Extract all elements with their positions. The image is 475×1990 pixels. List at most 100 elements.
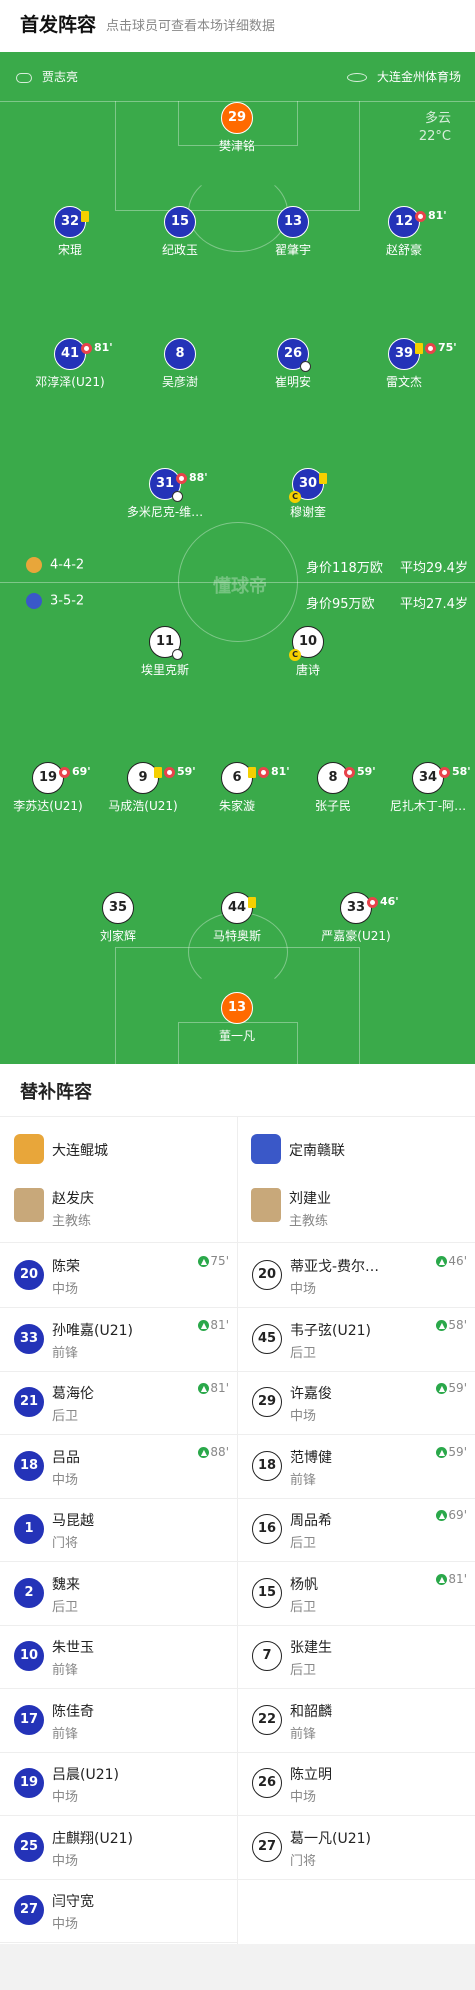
bench-player-position: 中场 bbox=[290, 1409, 317, 1424]
bench-title: 替补阵容 bbox=[20, 1082, 92, 1103]
player-name: 穆谢奎 bbox=[289, 505, 326, 519]
away-formation-row: 3-5-2 bbox=[26, 593, 84, 609]
away-bench-row[interactable]: 22 和韶麟 前锋 bbox=[238, 1689, 475, 1752]
away-player[interactable]: 13 董一凡 bbox=[182, 992, 292, 1044]
sub-in-minute: 59' bbox=[448, 1381, 467, 1395]
bench-player-number: 22 bbox=[252, 1704, 282, 1735]
home-bench-row[interactable]: 33 孙唯嘉(U21) 前锋 ▲ 81' bbox=[0, 1308, 237, 1371]
yellow-card-icon bbox=[248, 766, 256, 778]
player-name: 埃里克斯 bbox=[140, 663, 189, 677]
home-bench-row[interactable]: 20 陈荣 中场 ▲ 75' bbox=[0, 1244, 237, 1307]
away-bench-row[interactable]: 18 范博健 前锋 ▲ 59' bbox=[238, 1435, 475, 1498]
bench-player-name: 陈佳奇 bbox=[52, 1703, 94, 1720]
coach-divider bbox=[0, 1242, 475, 1243]
player-number: 15 bbox=[164, 206, 196, 238]
bench-player-number: 1 bbox=[14, 1514, 44, 1544]
home-bench-row[interactable]: 27 闫守宽 中场 bbox=[0, 1879, 237, 1942]
home-player[interactable]: 31 88' 多米尼克-维… bbox=[110, 468, 220, 520]
sub-in-minute: 59' bbox=[448, 1444, 467, 1459]
home-bench-row[interactable]: 10 朱世玉 前锋 bbox=[0, 1625, 237, 1688]
sub-in-arrow-icon: ▲ bbox=[436, 1383, 448, 1394]
lineup-subtitle: 点击球员可查看本场详细数据 bbox=[106, 19, 276, 34]
bench-player-name: 葛一凡(U21) bbox=[290, 1830, 371, 1847]
player-events: 69' bbox=[59, 757, 91, 787]
player-name: 张子民 bbox=[314, 799, 351, 813]
player-number: 10 C bbox=[289, 626, 324, 661]
home-player[interactable]: 39 75' 雷文杰 bbox=[349, 338, 459, 390]
away-formation: 3-5-2 bbox=[50, 593, 85, 609]
away-bench-row[interactable]: 26 陈立明 中场 bbox=[238, 1752, 475, 1815]
home-team-name: 大连鲲城 bbox=[52, 1143, 108, 1159]
home-bench-row[interactable]: 18 吕品 中场 ▲ 88' bbox=[0, 1435, 237, 1498]
bench-player-name: 吕晨(U21) bbox=[52, 1767, 119, 1783]
away-bench-row[interactable]: 29 许嘉俊 中场 ▲ 59' bbox=[238, 1371, 475, 1434]
bench-player-position: 前锋 bbox=[52, 1345, 79, 1361]
player-events: 75' bbox=[415, 333, 457, 363]
goal-ball-icon bbox=[172, 649, 183, 660]
bench-player-name: 蒂亚戈-费尔… bbox=[290, 1259, 380, 1275]
home-player[interactable]: 13 翟肇宇 bbox=[238, 206, 348, 258]
home-bench-row[interactable]: 25 庄麒翔(U21) 中场 bbox=[0, 1816, 237, 1879]
player-number: 41 81' bbox=[54, 338, 113, 370]
player-number: 35 bbox=[102, 892, 134, 924]
row-divider bbox=[238, 1878, 475, 1880]
home-team-logo-icon bbox=[14, 1134, 44, 1164]
bench-player-number: 7 bbox=[252, 1641, 282, 1671]
home-player[interactable]: 12 81' 赵舒豪 bbox=[349, 206, 459, 258]
away-player[interactable]: 11 埃里克斯 bbox=[110, 626, 220, 678]
player-number: 9 59' bbox=[127, 762, 196, 794]
away-bench-row[interactable]: 7 张建生 后卫 bbox=[238, 1625, 475, 1688]
sub-in-arrow-icon: ▲ bbox=[436, 1510, 448, 1521]
player-events bbox=[81, 201, 91, 231]
player-name: 刘家辉 bbox=[99, 929, 136, 943]
substitution-out-icon bbox=[164, 766, 175, 778]
home-bench-row[interactable]: 19 吕晨(U21) 中场 bbox=[0, 1752, 237, 1815]
stadium-icon bbox=[346, 73, 367, 82]
bench-player-position: 后卫 bbox=[290, 1345, 317, 1361]
player-number: 19 69' bbox=[32, 762, 91, 794]
away-bench-row[interactable]: 27 葛一凡(U21) 门将 bbox=[238, 1816, 475, 1879]
substitution-time: 81' bbox=[428, 209, 447, 222]
substitution-out-icon bbox=[439, 766, 450, 778]
substitution-out-icon bbox=[81, 342, 92, 354]
home-bench-row[interactable]: 1 马昆越 门将 bbox=[0, 1498, 237, 1561]
away-bench-row[interactable]: 20 蒂亚戈-费尔… 中场 ▲ 46' bbox=[238, 1244, 475, 1307]
away-player[interactable]: 33 46' 严嘉豪(U21) bbox=[301, 892, 411, 944]
home-player[interactable]: 8 吴彦澍 bbox=[125, 338, 235, 390]
away-player[interactable]: 8 59' 张子民 bbox=[278, 762, 388, 814]
player-name: 赵舒豪 bbox=[385, 243, 422, 257]
away-bench-row[interactable]: 45 韦子弦(U21) 后卫 ▲ 58' bbox=[238, 1308, 475, 1371]
away-player[interactable]: 35 刘家辉 bbox=[63, 892, 173, 944]
home-player[interactable]: 41 81' 邓淳泽(U21) bbox=[15, 338, 125, 390]
home-player[interactable]: 32 宋琨 bbox=[15, 206, 125, 258]
away-player[interactable]: 10 C 唐诗 bbox=[253, 626, 363, 678]
away-bench-row[interactable]: 15 杨帆 后卫 ▲ 81' bbox=[238, 1562, 475, 1625]
sub-in-time: ▲ 75' bbox=[198, 1254, 229, 1268]
bench-player-position: 门将 bbox=[290, 1853, 317, 1869]
substitution-out-icon bbox=[425, 342, 436, 354]
substitution-out-icon bbox=[367, 896, 378, 908]
bench-player-number: 18 bbox=[252, 1450, 282, 1481]
sub-in-minute: 81' bbox=[210, 1317, 229, 1332]
bench-player-number: 25 bbox=[14, 1831, 44, 1862]
bench-player-position: 中场 bbox=[52, 1853, 79, 1869]
referee: 贾志亮 bbox=[16, 68, 78, 85]
player-name: 朱家漩 bbox=[218, 799, 255, 813]
home-player[interactable]: 26 崔明安 bbox=[238, 338, 348, 390]
home-bench-row[interactable]: 17 陈佳奇 前锋 bbox=[0, 1689, 237, 1752]
player-name: 马特奥斯 bbox=[212, 929, 261, 943]
home-player[interactable]: 15 纪政玉 bbox=[125, 206, 235, 258]
home-bench-row[interactable]: 21 葛海伦 后卫 ▲ 81' bbox=[0, 1371, 237, 1434]
home-bench-row[interactable]: 2 魏来 后卫 bbox=[0, 1562, 237, 1625]
away-player[interactable]: 44 马特奥斯 bbox=[182, 892, 292, 944]
bench-player-number: 20 bbox=[252, 1260, 282, 1290]
player-number: 31 88' bbox=[149, 468, 208, 502]
player-number: 6 81' bbox=[221, 762, 290, 794]
sub-in-arrow-icon: ▲ bbox=[436, 1256, 448, 1267]
home-player[interactable]: 30 C 穆谢奎 bbox=[253, 468, 363, 520]
home-player[interactable]: 29 樊津铭 bbox=[182, 102, 292, 154]
away-player[interactable]: 34 58' 尼扎木丁-阿… bbox=[373, 762, 475, 814]
away-player[interactable]: 6 81' 朱家漩 bbox=[182, 762, 292, 814]
away-bench-row[interactable]: 16 周品希 后卫 ▲ 69' bbox=[238, 1498, 475, 1561]
referee-name: 贾志亮 bbox=[42, 70, 79, 84]
